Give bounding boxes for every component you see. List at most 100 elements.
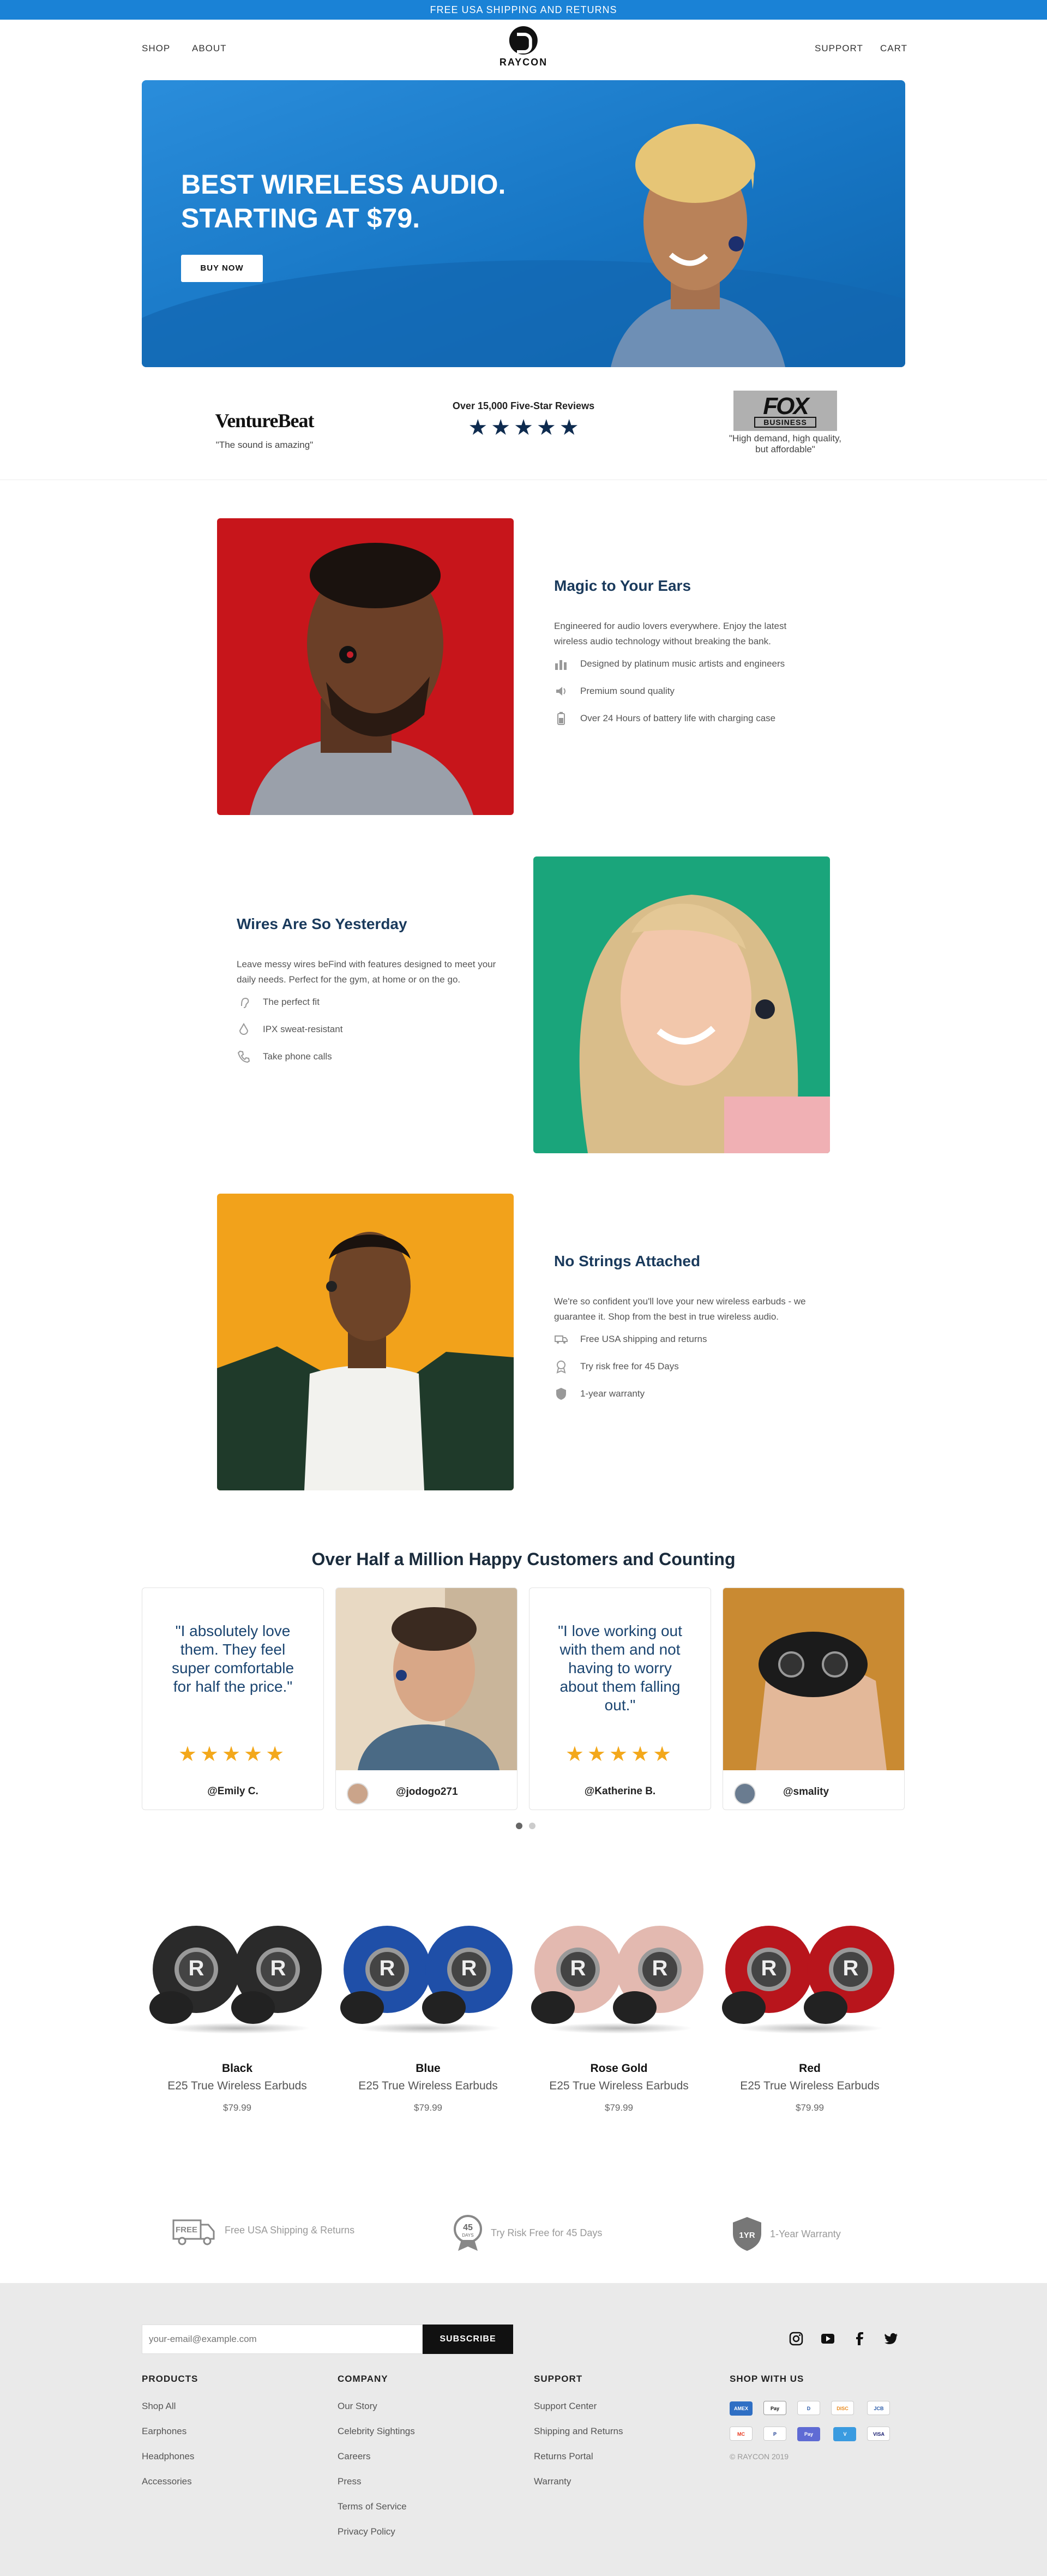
fox-business-press: FOX BUSINESS "High demand, high quality,… xyxy=(703,391,867,455)
feature-item: Free USA shipping and returns xyxy=(554,1332,816,1346)
testimonial-handle: @smality xyxy=(783,1786,829,1798)
nav-support[interactable]: SUPPORT xyxy=(815,43,863,54)
footer-products: PRODUCTS Shop All Earphones Headphones A… xyxy=(142,2374,305,2501)
raycon-logo-icon xyxy=(509,26,538,55)
free-truck-icon: FREE xyxy=(172,2219,215,2245)
product-card[interactable]: Blue E25 True Wireless Earbuds $79.99 xyxy=(338,1904,518,2113)
feature-item-text: Take phone calls xyxy=(263,1051,332,1062)
feature-title: No Strings Attached xyxy=(554,1253,701,1269)
instagram-icon[interactable] xyxy=(789,2331,804,2346)
feature-item-text: 1-year warranty xyxy=(580,1388,645,1399)
footer-link[interactable]: Warranty xyxy=(534,2476,697,2487)
perk-warranty: 1YR 1-Year Warranty xyxy=(731,2216,841,2252)
product-card[interactable]: Rose Gold E25 True Wireless Earbuds $79.99 xyxy=(529,1904,709,2113)
venturebeat-logo: VentureBeat xyxy=(215,410,315,432)
footer-link[interactable]: Terms of Service xyxy=(338,2501,501,2512)
press-strip: VentureBeat "The sound is amazing" Over … xyxy=(0,382,1047,480)
feature-item: Try risk free for 45 Days xyxy=(554,1359,816,1374)
testimonial-quote: "I absolutely love them. They feel super… xyxy=(171,1622,294,1695)
nav-about[interactable]: ABOUT xyxy=(192,43,227,54)
water-drop-icon xyxy=(239,1023,249,1035)
footer-link[interactable]: Headphones xyxy=(142,2451,305,2462)
product-image[interactable] xyxy=(147,1904,327,2062)
product-card[interactable]: Black E25 True Wireless Earbuds $79.99 xyxy=(147,1904,327,2113)
footer-heading: COMPANY xyxy=(338,2374,388,2384)
footer-link[interactable]: Returns Portal xyxy=(534,2451,697,2462)
ribbon-icon: 45DAYS xyxy=(454,2215,482,2251)
product-image[interactable] xyxy=(529,1904,709,2062)
product-model[interactable]: E25 True Wireless Earbuds xyxy=(529,2080,709,2093)
jcb-icon: JCB xyxy=(867,2401,890,2415)
product-model[interactable]: E25 True Wireless Earbuds xyxy=(147,2080,327,2093)
footer-link[interactable]: Privacy Policy xyxy=(338,2526,501,2537)
earbud-left xyxy=(531,1926,622,2024)
subscribe-button[interactable]: SUBSCRIBE xyxy=(423,2325,513,2354)
feature-item-text: Try risk free for 45 Days xyxy=(580,1361,679,1371)
footer-heading: SHOP WITH US xyxy=(730,2374,804,2384)
feature-image-man-red xyxy=(217,518,514,815)
product-color-name[interactable]: Blue xyxy=(338,2062,518,2075)
amex-icon: AMEX xyxy=(730,2401,753,2416)
earbud-left xyxy=(149,1926,240,2024)
raycon-r-icon xyxy=(747,1948,791,1991)
feature-item-text: Designed by platinum music artists and e… xyxy=(580,658,785,669)
testimonial-card[interactable]: "I absolutely love them. They feel super… xyxy=(142,1587,324,1810)
footer-link[interactable]: Press xyxy=(338,2476,501,2487)
product-model[interactable]: E25 True Wireless Earbuds xyxy=(720,2080,900,2093)
product-color-name[interactable]: Black xyxy=(147,2062,327,2075)
testimonial-card[interactable]: "I love working out with them and not ha… xyxy=(529,1587,711,1810)
product-price: $79.99 xyxy=(605,2102,633,2113)
product-card[interactable]: Red E25 True Wireless Earbuds $79.99 xyxy=(720,1904,900,2113)
shield-icon: 1YR xyxy=(733,2217,761,2251)
hero-headline-1: BEST WIRELESS AUDIO. xyxy=(181,169,506,200)
feature-item: Take phone calls xyxy=(237,1050,498,1064)
raycon-r-icon xyxy=(638,1948,682,1991)
feature-item-text: The perfect fit xyxy=(263,997,320,1007)
product-shadow xyxy=(164,2023,311,2034)
ear-tip xyxy=(231,1991,275,2024)
warranty-badge-text: 1YR xyxy=(739,2231,755,2240)
twitter-icon[interactable] xyxy=(883,2331,899,2346)
venturebeat-press: VentureBeat "The sound is amazing" xyxy=(183,409,346,451)
ear-tip xyxy=(722,1991,766,2024)
reviews-summary: Over 15,000 Five-Star Reviews ★ ★ ★ ★ ★ xyxy=(442,400,605,440)
footer-link[interactable]: Earphones xyxy=(142,2426,305,2437)
product-image[interactable] xyxy=(338,1904,518,2062)
feature-item-text: Free USA shipping and returns xyxy=(580,1334,707,1344)
feature-item-text: Premium sound quality xyxy=(580,686,675,696)
footer-heading: PRODUCTS xyxy=(142,2374,198,2384)
feature-body: We're so confident you'll love your new … xyxy=(554,1296,806,1322)
email-field[interactable] xyxy=(142,2325,423,2354)
nav-cart[interactable]: CART xyxy=(880,43,907,54)
brand-logo[interactable]: RAYCON xyxy=(500,26,547,68)
footer-link[interactable]: Accessories xyxy=(142,2476,305,2487)
facebook-icon[interactable] xyxy=(852,2331,867,2346)
product-image[interactable] xyxy=(720,1904,900,2062)
raycon-r-icon xyxy=(174,1948,218,1991)
site-footer: SUBSCRIBE PRODUCTS Shop All Earphones He… xyxy=(0,2283,1047,2576)
card-footer: @smality xyxy=(723,1773,904,1810)
shop-pay-icon: Pay xyxy=(797,2427,820,2441)
product-model[interactable]: E25 True Wireless Earbuds xyxy=(338,2080,518,2093)
carousel-dot-active[interactable] xyxy=(516,1823,522,1829)
testimonial-handle: @Emily C. xyxy=(207,1786,258,1797)
footer-company: COMPANY Our Story Celebrity Sightings Ca… xyxy=(338,2374,501,2551)
earbud-left xyxy=(722,1926,813,2024)
testimonial-card[interactable]: @smality xyxy=(723,1587,905,1810)
footer-link[interactable]: Shipping and Returns xyxy=(534,2426,697,2437)
nav-shop[interactable]: SHOP xyxy=(142,43,170,54)
footer-link[interactable]: Celebrity Sightings xyxy=(338,2426,501,2437)
buy-now-button[interactable]: BUY NOW xyxy=(181,255,263,282)
testimonial-card[interactable]: @jodogo271 xyxy=(335,1587,518,1810)
carousel-dot[interactable] xyxy=(529,1823,535,1829)
site-header: SHOP ABOUT RAYCON SUPPORT CART xyxy=(0,20,1047,80)
footer-link[interactable]: Support Center xyxy=(534,2401,697,2412)
product-color-name[interactable]: Red xyxy=(720,2062,900,2075)
footer-link[interactable]: Shop All xyxy=(142,2401,305,2412)
product-color-name[interactable]: Rose Gold xyxy=(529,2062,709,2075)
footer-link[interactable]: Our Story xyxy=(338,2401,501,2412)
feature-image-woman-green xyxy=(533,856,830,1153)
youtube-icon[interactable] xyxy=(820,2331,835,2346)
footer-link[interactable]: Careers xyxy=(338,2451,501,2462)
free-badge-text: FREE xyxy=(176,2225,197,2234)
